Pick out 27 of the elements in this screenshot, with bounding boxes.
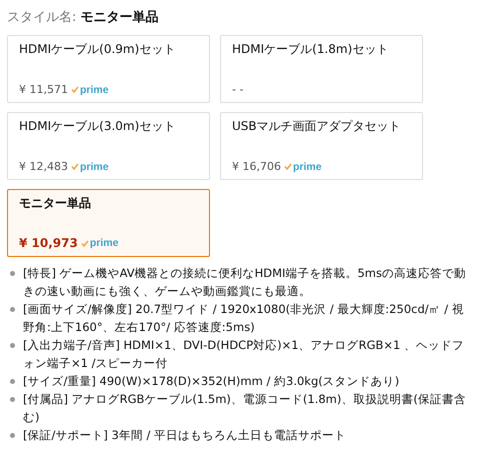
style-label: スタイル名: xyxy=(7,9,76,26)
bullet-icon xyxy=(10,433,15,438)
style-option[interactable]: USBマルチ画面アダプタセット ¥ 16,706 prime xyxy=(220,112,423,180)
feature-text: [サイズ/重量] 490(W)×178(D)×352(H)mm / 約3.0kg(スタンドあり) xyxy=(23,373,400,390)
feature-text: [特長] ゲーム機やAV機器との接続に便利なHDMI端子を搭載。5msの高速応答で動きの速い動画にも強く、ゲームや動画鑑賞にも最適。 xyxy=(23,265,467,300)
feature-text: [付属品] アナログRGBケーブル(1.5m)、電源コード(1.8m)、取扱説明書(保証書含む) xyxy=(23,391,467,426)
check-icon xyxy=(80,240,89,246)
bullet-icon xyxy=(10,343,15,348)
bullet-icon xyxy=(10,379,15,384)
style-option[interactable]: HDMIケーブル(1.8m)セット - - xyxy=(220,35,423,103)
prime-label: prime xyxy=(80,160,109,172)
bullet-icon xyxy=(10,271,15,276)
check-icon xyxy=(70,86,79,93)
check-icon xyxy=(284,163,292,170)
feature-text: [入出力端子/音声] HDMI×1、DVI-D(HDCP対応)×1、アナログRGB×1 、ヘッドフォン端子×1 /スピーカー付 xyxy=(23,337,465,372)
style-option[interactable]: モニター単品 ¥ 10,973 prime xyxy=(7,189,210,257)
prime-label: prime xyxy=(90,237,118,249)
bullet-icon xyxy=(10,307,15,312)
style-value: モニター単品 xyxy=(80,9,158,26)
prime-label: prime xyxy=(292,160,322,172)
prime-label: prime xyxy=(80,84,109,96)
feature-text: [保証/サポート] 3年間 / 平日はもちろん土日も電話サポート xyxy=(23,427,348,444)
feature-text: [画面サイズ/解像度] 20.7型ワイド / 1920x1080(非光沢 / 最大輝度:250cd/㎡ / 視野角:上下160°、左右170°/ 応答速度:5ms) xyxy=(23,301,465,336)
check-icon xyxy=(70,163,79,170)
style-option[interactable]: HDMIケーブル(0.9m)セット ¥ 11,571 prime xyxy=(7,35,210,103)
bullet-icon xyxy=(10,397,15,402)
style-option[interactable]: HDMIケーブル(3.0m)セット ¥ 12,483 prime xyxy=(7,112,210,180)
